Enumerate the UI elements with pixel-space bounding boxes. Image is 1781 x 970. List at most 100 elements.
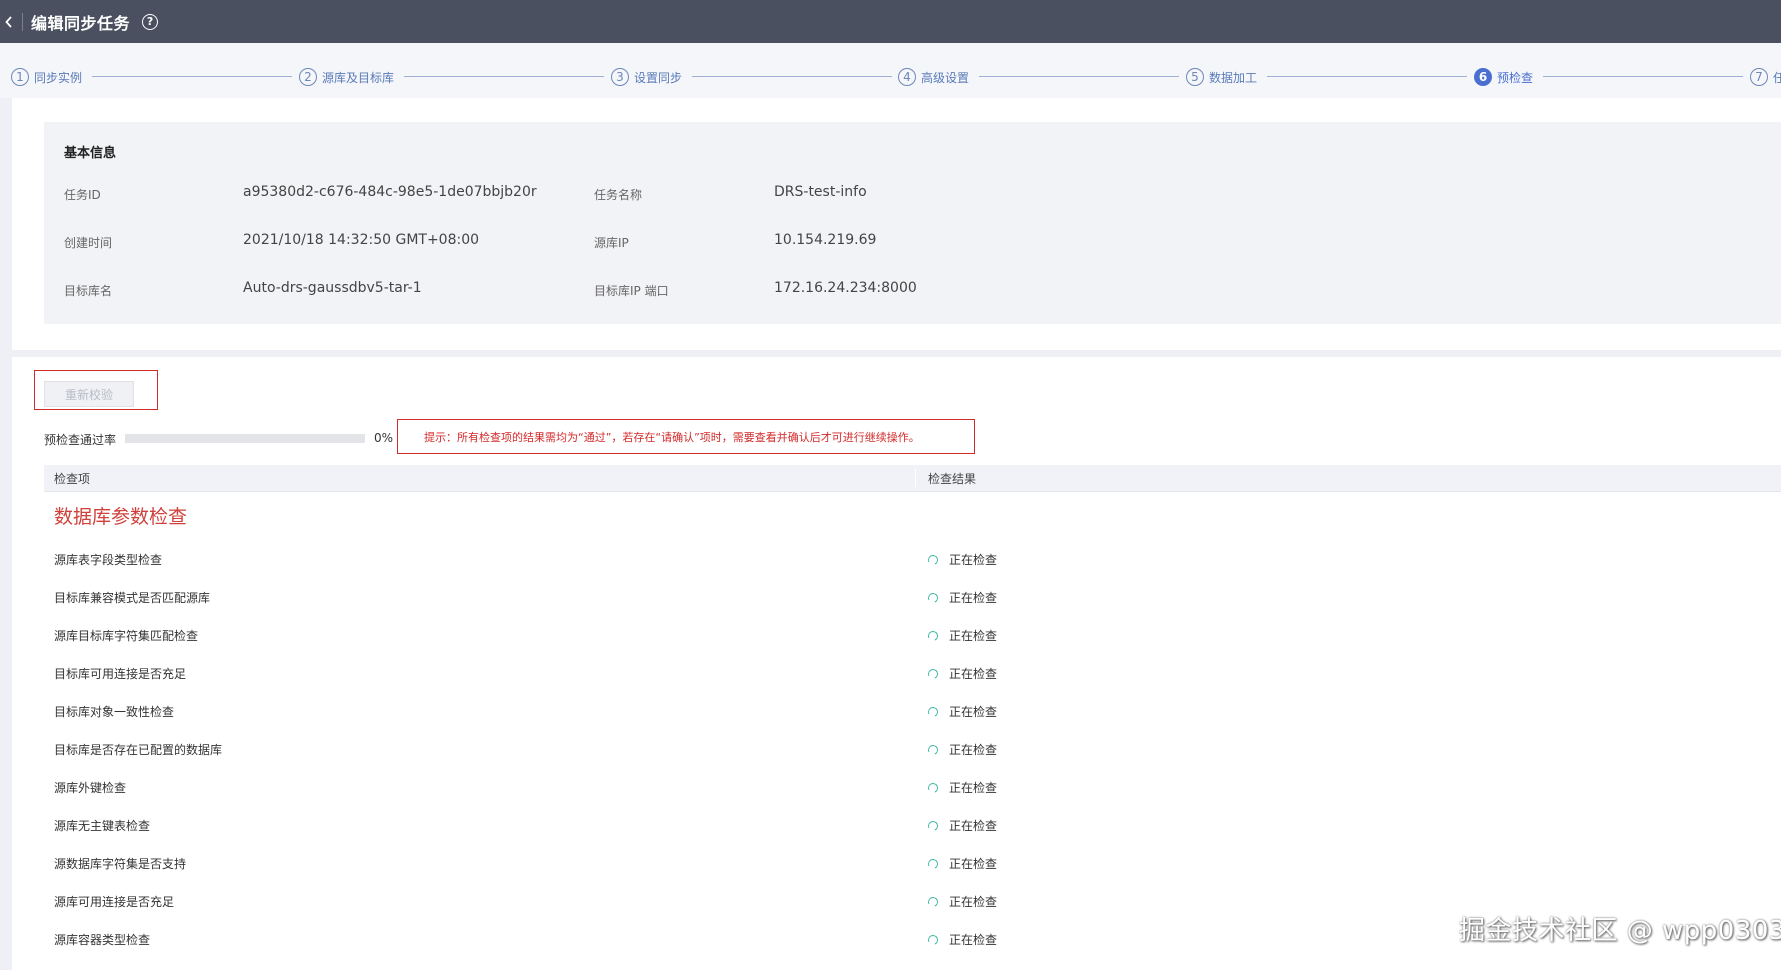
status-text: 正在检查 [949,933,998,947]
step-number: 7 [1750,68,1768,86]
loading-spinner-icon [926,743,940,756]
step-number: 6 [1474,68,1492,86]
help-icon[interactable]: ? [142,13,159,30]
step-4[interactable]: 4 高级设置 [898,67,969,87]
step-label: 任 [1773,70,1781,85]
basic-info-box: 基本信息 任务ID a95380d2-c676-484c-98e5-1de07b… [44,122,1781,324]
table-row: 目标库对象一致性检查 正在检查 [44,693,1781,731]
check-item: 目标库是否存在已配置的数据库 [54,743,223,757]
check-item: 源库目标库字符集匹配检查 [54,629,199,643]
precheck-panel: 重新校验 预检查通过率 0% 提示：所有检查项的结果需均为“通过”，若存在“请确… [12,357,1781,970]
back-button[interactable] [2,0,16,43]
check-item: 源库可用连接是否充足 [54,895,175,909]
recheck-button[interactable]: 重新校验 [44,381,134,407]
check-status: 正在检查 [926,551,998,568]
check-status: 正在检查 [926,931,998,948]
table-row: 目标库可用连接是否充足 正在检查 [44,655,1781,693]
source-ip-label: 源库IP [594,236,629,250]
check-status: 正在检查 [926,855,998,872]
step-1[interactable]: 1 同步实例 [11,67,82,87]
step-number: 4 [898,68,916,86]
status-text: 正在检查 [949,705,998,719]
section-title-db-params: 数据库参数检查 [54,506,188,528]
target-ip-label: 目标库IP 端口 [594,284,669,298]
step-label: 数据加工 [1209,70,1258,85]
status-text: 正在检查 [949,667,998,681]
check-item: 源库容器类型检查 [54,933,151,947]
loading-spinner-icon [926,705,940,718]
check-item: 目标库对象一致性检查 [54,705,175,719]
table-row: 目标库兼容模式是否匹配源库 正在检查 [44,579,1781,617]
target-db-value: Auto-drs-gaussdbv5-tar-1 [243,280,422,296]
basic-info-panel: 基本信息 任务ID a95380d2-c676-484c-98e5-1de07b… [12,98,1781,350]
task-name-value: DRS-test-info [774,184,867,200]
step-number: 3 [611,68,629,86]
status-text: 正在检查 [949,857,998,871]
step-2[interactable]: 2 源库及目标库 [299,67,394,87]
table-row: 源库目标库字符集匹配检查 正在检查 [44,617,1781,655]
table-row: 源库无主键表检查 正在检查 [44,807,1781,845]
check-status: 正在检查 [926,589,997,606]
page-title: 编辑同步任务 [31,13,131,33]
table-row: 目标库是否存在已配置的数据库 正在检查 [44,731,1781,769]
status-text: 正在检查 [949,629,998,643]
target-db-label: 目标库名 [64,284,113,298]
created-time-label: 创建时间 [64,236,113,250]
loading-spinner-icon [926,553,940,566]
header-divider [22,12,23,31]
col-check-item: 检查项 [54,472,91,486]
table-row: 源数据库字符集是否支持 正在检查 [44,845,1781,883]
step-label: 预检查 [1497,70,1534,85]
check-status: 正在检查 [926,741,998,758]
top-bar: 编辑同步任务 ? [0,0,1781,43]
step-label: 同步实例 [34,70,83,85]
source-ip-value: 10.154.219.69 [774,232,877,248]
table-header: 检查项 检查结果 [44,465,1781,492]
created-time-value: 2021/10/18 14:32:50 GMT+08:00 [243,232,480,248]
loading-spinner-icon [926,781,940,794]
step-7[interactable]: 7 任 [1750,67,1781,87]
status-text: 正在检查 [949,895,998,909]
loading-spinner-icon [926,819,940,832]
precheck-hint: 提示：所有检查项的结果需均为“通过”，若存在“请确认”项时，需要查看并确认后才可… [397,419,975,454]
check-item: 源数据库字符集是否支持 [54,857,187,871]
step-connector [404,76,604,77]
check-status: 正在检查 [926,703,998,720]
table-row: 源库表字段类型检查 正在检查 [44,541,1781,579]
status-text: 正在检查 [949,781,998,795]
check-item: 源库表字段类型检查 [54,553,163,567]
step-3[interactable]: 3 设置同步 [611,67,682,87]
pass-rate-label: 预检查通过率 [44,433,117,447]
check-status: 正在检查 [926,817,998,834]
task-id-value: a95380d2-c676-484c-98e5-1de07bbjb20r [243,184,537,200]
loading-spinner-icon [926,629,940,642]
status-text: 正在检查 [949,553,998,567]
check-item: 目标库兼容模式是否匹配源库 [54,591,211,605]
check-item: 源库外键检查 [54,781,127,795]
check-status: 正在检查 [926,893,998,910]
check-status: 正在检查 [926,779,998,796]
status-text: 正在检查 [949,743,998,757]
step-connector [1267,76,1467,77]
basic-info-title: 基本信息 [64,146,117,161]
check-item: 源库无主键表检查 [54,819,151,833]
step-connector [979,76,1179,77]
step-5[interactable]: 5 数据加工 [1186,67,1257,87]
step-connector [1543,76,1743,77]
step-connector [92,76,292,77]
status-text: 正在检查 [949,819,998,833]
chevron-left-icon [5,15,12,28]
step-wizard: 1 同步实例 2 源库及目标库 3 设置同步 4 高级设置 5 数据加工 6 预… [0,43,1781,98]
pass-rate-value: 0% [374,431,394,445]
col-check-result: 检查结果 [928,472,977,486]
step-6[interactable]: 6 预检查 [1474,67,1533,87]
check-status: 正在检查 [926,665,998,682]
pass-rate-progress [125,434,365,443]
step-number: 1 [11,68,29,86]
step-label: 源库及目标库 [322,70,395,85]
watermark: 掘金技术社区 @ wpp0303 [1459,916,1781,946]
col-divider [915,469,916,487]
step-number: 5 [1186,68,1204,86]
target-ip-value: 172.16.24.234:8000 [774,280,917,296]
check-item: 目标库可用连接是否充足 [54,667,187,681]
